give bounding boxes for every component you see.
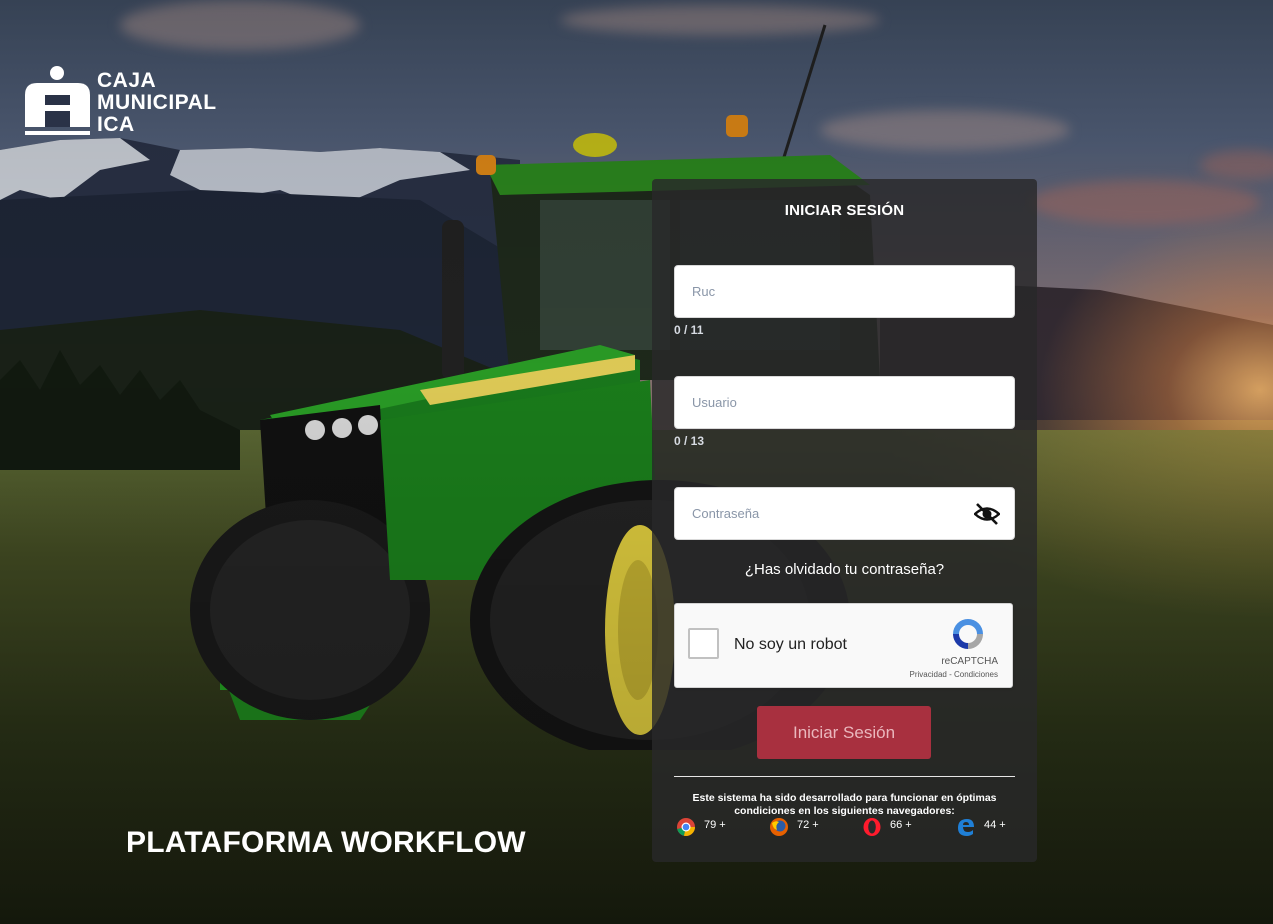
firefox-version: 72 + xyxy=(797,819,819,831)
browser-chrome: 79 + xyxy=(676,817,726,837)
chrome-version: 79 + xyxy=(704,819,726,831)
edge-icon xyxy=(958,819,974,836)
eye-off-icon[interactable] xyxy=(974,502,1000,526)
supported-browsers: 79 + 72 + 66 + 44 + xyxy=(674,817,1015,841)
login-title: INICIAR SESIÓN xyxy=(784,202,905,219)
opera-version: 66 + xyxy=(890,819,912,831)
recaptcha-widget: No soy un robot reCAPTCHA Privacidad - C… xyxy=(674,603,1013,688)
recaptcha-logo-icon xyxy=(953,619,983,649)
password-input[interactable] xyxy=(675,488,1014,539)
recaptcha-links[interactable]: Privacidad - Condiciones xyxy=(910,670,999,679)
usuario-input[interactable] xyxy=(675,377,1014,428)
background-scene xyxy=(0,0,1273,924)
recaptcha-checkbox[interactable] xyxy=(688,628,719,659)
recaptcha-label: No soy un robot xyxy=(734,636,847,653)
opera-icon xyxy=(863,818,881,836)
chrome-icon xyxy=(677,818,696,837)
platform-title: PLATAFORMA WORKFLOW xyxy=(126,826,526,859)
ruc-counter: 0 / 11 xyxy=(674,323,704,337)
caja-ica-logo-icon xyxy=(25,66,90,135)
login-submit-button[interactable]: Iniciar Sesión xyxy=(757,706,931,759)
browser-firefox: 72 + xyxy=(769,817,819,837)
firefox-icon xyxy=(770,818,788,836)
password-field[interactable] xyxy=(674,487,1015,540)
edge-version: 44 + xyxy=(984,819,1006,831)
browser-notice: Este sistema ha sido desarrollado para f… xyxy=(692,792,997,817)
usuario-field[interactable] xyxy=(674,376,1015,429)
company-logo: CAJA MUNICIPAL ICA xyxy=(25,65,217,137)
login-panel: INICIAR SESIÓN 0 / 11 0 / 13 ¿Has olvida… xyxy=(652,179,1037,862)
vignette-overlay xyxy=(0,0,1273,924)
ruc-field[interactable] xyxy=(674,265,1015,318)
divider xyxy=(674,776,1015,777)
recaptcha-brand: reCAPTCHA xyxy=(941,656,998,667)
ruc-input[interactable] xyxy=(675,266,1014,317)
logo-line-3: ICA xyxy=(97,113,135,136)
logo-line-2: MUNICIPAL xyxy=(97,91,217,114)
browser-opera: 66 + xyxy=(862,817,912,837)
logo-line-1: CAJA xyxy=(97,69,157,92)
logo-wordmark: CAJA MUNICIPAL ICA xyxy=(97,70,217,136)
browser-edge: 44 + xyxy=(956,817,1006,837)
usuario-counter: 0 / 13 xyxy=(674,434,705,448)
forgot-password-link[interactable]: ¿Has olvidado tu contraseña? xyxy=(652,561,1037,578)
